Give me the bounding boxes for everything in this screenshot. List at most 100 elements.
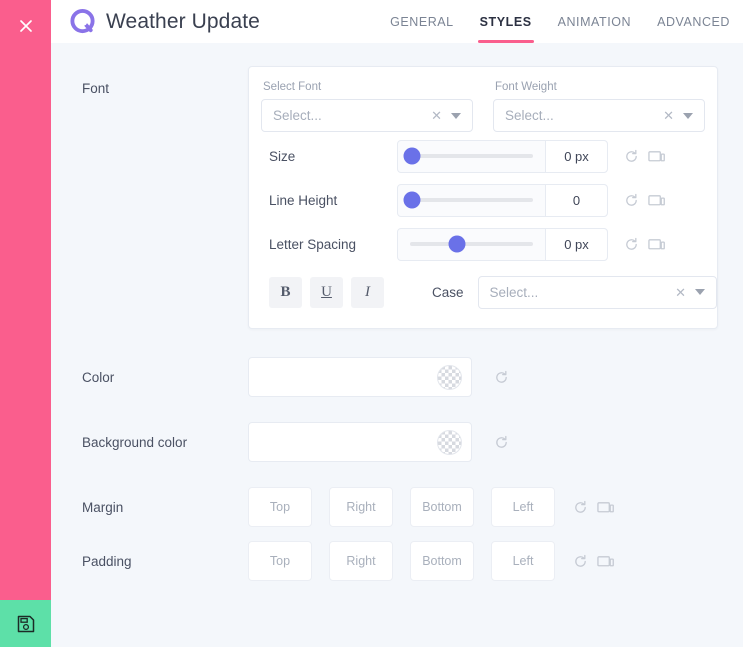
reset-icon[interactable] (573, 554, 588, 569)
reset-icon[interactable] (624, 149, 639, 164)
chevron-down-icon[interactable] (451, 112, 461, 119)
page-title: Weather Update (106, 9, 260, 33)
responsive-device-icon[interactable] (597, 500, 614, 515)
select-font-dropdown[interactable]: Select... ✕ (261, 99, 473, 132)
padding-top-input[interactable]: Top (248, 541, 312, 581)
margin-row: Margin Top Right Bottom Left (51, 487, 614, 527)
chevron-down-icon[interactable] (695, 289, 705, 295)
settings-modal: Weather Update GENERAL STYLES ANIMATION … (0, 0, 743, 647)
letter-spacing-actions (624, 237, 665, 252)
letter-spacing-slider-control[interactable]: 0 px (397, 227, 608, 261)
background-color-label: Background color (82, 434, 188, 450)
modal-header: Weather Update GENERAL STYLES ANIMATION … (51, 0, 743, 43)
reset-icon[interactable] (494, 370, 509, 385)
chevron-down-icon[interactable] (683, 112, 693, 119)
font-settings-panel: Select Font Select... ✕ Font Weight Sele… (248, 66, 718, 329)
letter-spacing-slider-thumb[interactable] (448, 235, 466, 253)
padding-row: Padding Top Right Bottom Left (51, 541, 614, 581)
responsive-device-icon[interactable] (648, 237, 665, 252)
brand: Weather Update (69, 8, 260, 35)
select-font-value: Select... (273, 108, 322, 123)
padding-left-input[interactable]: Left (491, 541, 555, 581)
margin-top-input[interactable]: Top (248, 487, 312, 527)
size-value[interactable]: 0 px (545, 140, 607, 172)
size-slider-control[interactable]: 0 px (397, 139, 608, 173)
tab-general[interactable]: GENERAL (377, 0, 467, 43)
left-rail (0, 0, 51, 647)
font-weight-caption: Font Weight (495, 81, 557, 93)
tab-bar: GENERAL STYLES ANIMATION ADVANCED (377, 0, 743, 43)
tab-advanced[interactable]: ADVANCED (644, 0, 743, 43)
text-style-row: B U I Case Select... ✕ (249, 264, 717, 312)
close-icon (18, 18, 34, 34)
line-height-value[interactable]: 0 (545, 184, 607, 216)
padding-label: Padding (82, 553, 132, 569)
size-slider-track[interactable] (403, 147, 533, 165)
responsive-device-icon[interactable] (648, 149, 665, 164)
line-height-label: Line Height (269, 192, 338, 208)
letter-spacing-slider-track-wrap[interactable] (398, 229, 545, 260)
reset-icon[interactable] (624, 237, 639, 252)
line-height-slider-thumb[interactable] (403, 191, 421, 209)
italic-button[interactable]: I (351, 276, 384, 308)
font-weight-dropdown[interactable]: Select... ✕ (493, 99, 705, 132)
underline-button[interactable]: U (310, 276, 343, 308)
transparent-checker-swatch[interactable] (437, 364, 462, 390)
margin-fields: Top Right Bottom Left (248, 487, 555, 527)
letter-spacing-label: Letter Spacing (269, 236, 357, 252)
margin-actions (573, 500, 614, 515)
font-label: Font (82, 81, 110, 96)
margin-label: Margin (82, 499, 124, 515)
font-row: Font (51, 81, 221, 96)
color-row: Color (51, 357, 509, 397)
quform-q-logo-icon (69, 8, 96, 35)
line-height-slider-control[interactable]: 0 (397, 183, 608, 217)
select-font-caption: Select Font (263, 81, 322, 93)
color-picker[interactable] (248, 357, 472, 397)
transparent-checker-swatch[interactable] (437, 429, 462, 455)
case-label: Case (432, 284, 464, 300)
letter-spacing-slider-track[interactable] (410, 235, 533, 253)
font-weight-value: Select... (505, 108, 554, 123)
reset-icon[interactable] (494, 435, 509, 450)
size-actions (624, 149, 665, 164)
line-height-slider-row: Line Height 0 (249, 180, 717, 220)
color-label: Color (82, 369, 115, 385)
clear-x-icon[interactable]: ✕ (663, 109, 674, 122)
padding-fields: Top Right Bottom Left (248, 541, 555, 581)
reset-icon[interactable] (573, 500, 588, 515)
margin-bottom-input[interactable]: Bottom (410, 487, 474, 527)
padding-actions (573, 554, 614, 569)
letter-spacing-slider-row: Letter Spacing 0 px (249, 224, 717, 264)
line-height-slider-track[interactable] (403, 191, 533, 209)
font-select-row: Select Font Select... ✕ Font Weight Sele… (249, 67, 717, 132)
clear-x-icon[interactable]: ✕ (431, 109, 442, 122)
clear-x-icon[interactable]: ✕ (675, 286, 686, 299)
margin-left-input[interactable]: Left (491, 487, 555, 527)
close-button[interactable] (0, 0, 51, 52)
save-floppy-disk-icon (16, 614, 36, 634)
background-color-picker[interactable] (248, 422, 472, 462)
styles-panel: Font Select Font Select... ✕ Font Weight… (51, 43, 743, 647)
reset-icon[interactable] (624, 193, 639, 208)
line-height-slider-track-wrap[interactable] (398, 185, 545, 216)
text-style-buttons: B U I (269, 276, 384, 308)
case-dropdown[interactable]: Select... ✕ (477, 275, 717, 309)
letter-spacing-value[interactable]: 0 px (545, 228, 607, 260)
bold-button[interactable]: B (269, 276, 302, 308)
tab-animation[interactable]: ANIMATION (545, 0, 644, 43)
tab-styles[interactable]: STYLES (467, 0, 545, 43)
size-slider-row: Size 0 px (249, 136, 717, 176)
line-height-actions (624, 193, 665, 208)
select-font-group: Select Font Select... ✕ (261, 81, 473, 132)
padding-bottom-input[interactable]: Bottom (410, 541, 474, 581)
margin-right-input[interactable]: Right (329, 487, 393, 527)
save-button[interactable] (0, 600, 51, 647)
responsive-device-icon[interactable] (648, 193, 665, 208)
size-label: Size (269, 148, 296, 164)
case-value: Select... (489, 284, 539, 300)
size-slider-track-wrap[interactable] (398, 141, 545, 172)
responsive-device-icon[interactable] (597, 554, 614, 569)
size-slider-thumb[interactable] (403, 147, 421, 165)
padding-right-input[interactable]: Right (329, 541, 393, 581)
